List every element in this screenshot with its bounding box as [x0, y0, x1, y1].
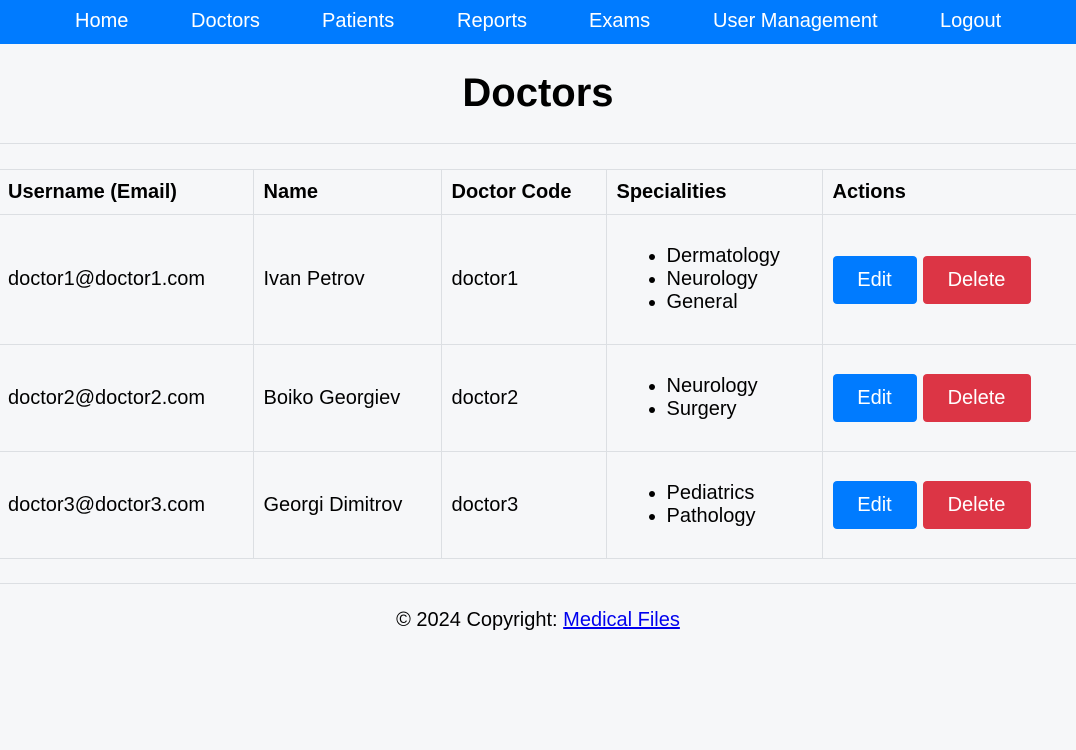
doctor-email: doctor2@doctor2.com	[0, 344, 254, 452]
doctor-name: Boiko Georgiev	[252, 344, 442, 452]
speciality-item: Neurology	[667, 268, 812, 291]
delete-button[interactable]: Delete	[922, 374, 1031, 422]
doctor-actions: Edit Delete	[821, 344, 1076, 452]
speciality-item: Pathology	[667, 505, 812, 528]
doctor-code: doctor1	[440, 214, 607, 345]
edit-button[interactable]: Edit	[832, 255, 917, 304]
nav-reports[interactable]: Reports	[457, 9, 527, 33]
footer-copyright: © 2024 Copyright:	[396, 609, 564, 631]
doctor-code: doctor3	[440, 451, 607, 559]
top-navbar: Home Doctors Patients Reports Exams User…	[0, 0, 1076, 44]
table-row: doctor3@doctor3.com Georgi Dimitrov doct…	[0, 451, 1076, 559]
table-row: doctor2@doctor2.com Boiko Georgiev docto…	[0, 344, 1076, 452]
speciality-item: Pediatrics	[667, 482, 812, 505]
speciality-item: Surgery	[667, 398, 812, 421]
specialities-list: Dermatology Neurology General	[617, 245, 812, 314]
doctor-email: doctor1@doctor1.com	[0, 214, 254, 345]
nav-doctors[interactable]: Doctors	[191, 9, 260, 33]
speciality-item: Dermatology	[667, 245, 812, 268]
table-header-row: Username (Email) Name Doctor Code Specia…	[0, 169, 1076, 215]
doctors-table: Username (Email) Name Doctor Code Specia…	[0, 169, 1076, 559]
doctor-name: Ivan Petrov	[252, 214, 442, 345]
nav-home[interactable]: Home	[75, 9, 128, 33]
doctor-specialities: Neurology Surgery	[605, 344, 823, 452]
doctor-actions: Edit Delete	[821, 451, 1076, 559]
speciality-item: General	[667, 291, 812, 314]
specialities-list: Pediatrics Pathology	[617, 482, 812, 528]
page-title: Doctors	[462, 71, 614, 115]
delete-button[interactable]: Delete	[922, 481, 1031, 529]
edit-button[interactable]: Edit	[832, 374, 917, 422]
title-divider	[0, 143, 1076, 144]
specialities-list: Neurology Surgery	[617, 375, 812, 421]
doctor-email: doctor3@doctor3.com	[0, 451, 254, 559]
doctor-actions: Edit Delete	[821, 214, 1076, 345]
header-specialities: Specialities	[605, 169, 823, 215]
table-row: doctor1@doctor1.com Ivan Petrov doctor1 …	[0, 214, 1076, 345]
doctor-code: doctor2	[440, 344, 607, 452]
nav-patients[interactable]: Patients	[322, 9, 394, 33]
header-actions: Actions	[821, 169, 1076, 215]
doctor-name: Georgi Dimitrov	[252, 451, 442, 559]
footer-divider	[0, 583, 1076, 584]
delete-button[interactable]: Delete	[922, 255, 1031, 304]
doctor-specialities: Pediatrics Pathology	[605, 451, 823, 559]
nav-logout[interactable]: Logout	[940, 9, 1001, 33]
header-name: Name	[252, 169, 442, 215]
speciality-item: Neurology	[667, 375, 812, 398]
footer: © 2024 Copyright: Medical Files	[0, 607, 1076, 633]
edit-button[interactable]: Edit	[832, 481, 917, 529]
footer-link[interactable]: Medical Files	[563, 609, 680, 631]
doctor-specialities: Dermatology Neurology General	[605, 214, 823, 345]
header-email: Username (Email)	[0, 169, 254, 215]
nav-user-management[interactable]: User Management	[713, 9, 878, 33]
nav-exams[interactable]: Exams	[589, 9, 650, 33]
header-doctor-code: Doctor Code	[440, 169, 607, 215]
